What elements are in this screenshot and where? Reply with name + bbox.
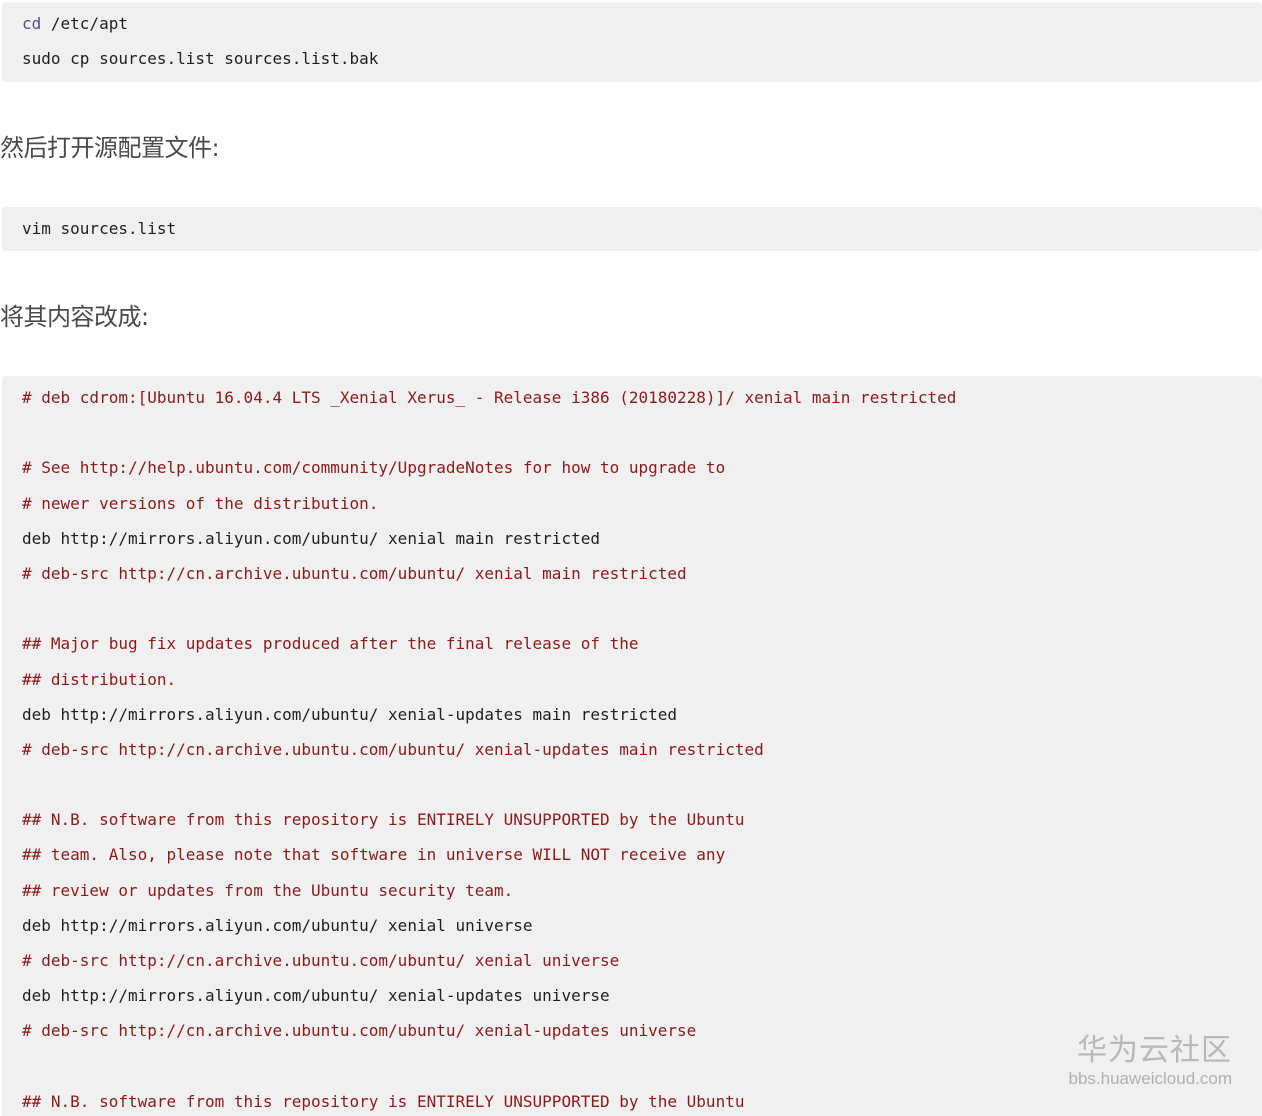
code-line: # deb-src http://cn.archive.ubuntu.com/u… <box>22 951 620 970</box>
code-line: sudo cp sources.list sources.list.bak <box>22 49 379 69</box>
code-line: ## N.B. software from this repository is… <box>22 810 745 830</box>
watermark: 华为云社区 bbs.huaweicloud.com <box>1069 1032 1232 1088</box>
paragraph-change-content: 将其内容改成: <box>0 303 149 331</box>
code-line: # deb-src http://cn.archive.ubuntu.com/u… <box>22 739 764 759</box>
code-line: # deb-src http://cn.archive.ubuntu.com/u… <box>22 1021 697 1041</box>
article-page: cd /etc/apt sudo cp sources.list sources… <box>0 0 1262 1116</box>
code-line: ## review or updates from the Ubuntu sec… <box>22 880 514 900</box>
code-line: vim sources.list <box>22 219 177 238</box>
code-text: /etc/apt <box>41 14 128 33</box>
code-block-backup: cd /etc/apt sudo cp sources.list sources… <box>2 2 1262 82</box>
code-line: # newer versions of the distribution. <box>22 493 379 513</box>
code-block-sources: # deb cdrom:[Ubuntu 16.04.4 LTS _Xenial … <box>2 376 1262 1116</box>
code-line: ## N.B. software from this repository is… <box>22 1091 745 1111</box>
watermark-url: bbs.huaweicloud.com <box>1068 1069 1232 1088</box>
code-line: # deb-src http://cn.archive.ubuntu.com/u… <box>22 563 687 583</box>
code-line: # See http://help.ubuntu.com/community/U… <box>22 458 726 478</box>
code-block-open: vim sources.list <box>2 207 1262 251</box>
code-line: ## distribution. <box>22 669 177 689</box>
code-keyword: cd <box>22 14 42 33</box>
code-line: ## Major bug fix updates produced after … <box>22 634 639 654</box>
code-line: cd /etc/apt <box>22 6 1242 41</box>
code-line: ## team. Also, please note that software… <box>22 845 726 865</box>
code-line: # deb cdrom:[Ubuntu 16.04.4 LTS _Xenial … <box>22 388 957 407</box>
code-line: deb http://mirrors.aliyun.com/ubuntu/ xe… <box>22 915 533 935</box>
watermark-title: 华为云社区 <box>1077 1033 1232 1068</box>
code-line: deb http://mirrors.aliyun.com/ubuntu/ xe… <box>22 528 600 548</box>
code-line: deb http://mirrors.aliyun.com/ubuntu/ xe… <box>22 986 610 1006</box>
code-line: deb http://mirrors.aliyun.com/ubuntu/ xe… <box>22 704 678 724</box>
paragraph-open-config: 然后打开源配置文件: <box>0 134 220 162</box>
